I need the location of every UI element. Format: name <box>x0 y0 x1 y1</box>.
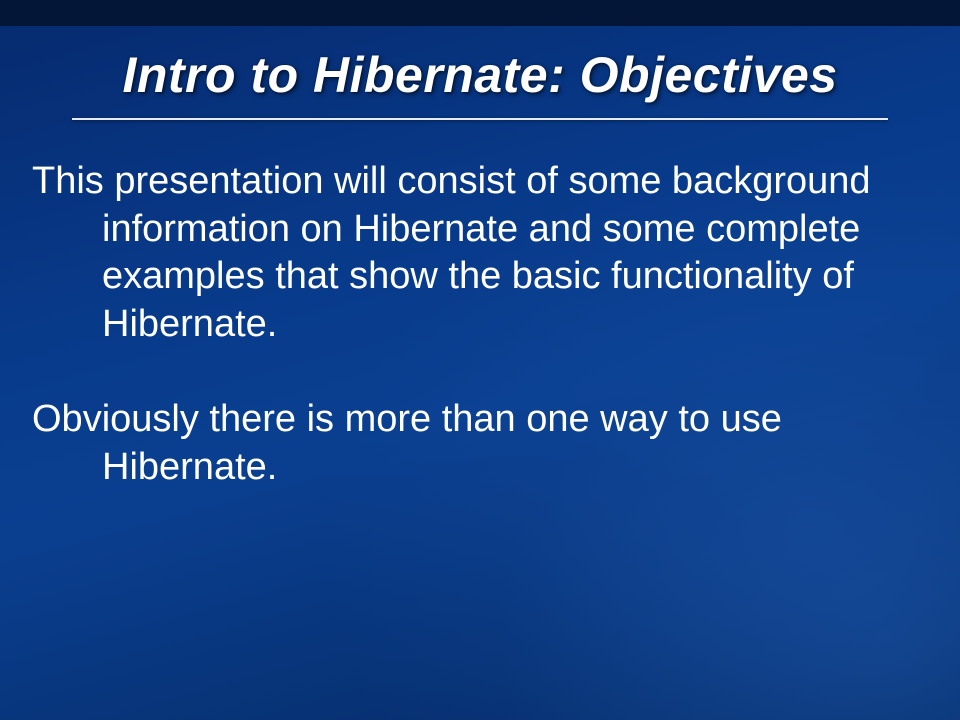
body-paragraph: Obviously there is more than one way to … <box>32 396 910 491</box>
body-paragraph: This presentation will consist of some b… <box>32 158 910 348</box>
slide-title: Intro to Hibernate: Objectives <box>0 46 960 104</box>
title-bar <box>0 0 960 26</box>
title-underline <box>72 118 888 120</box>
slide: Intro to Hibernate: Objectives This pres… <box>0 0 960 720</box>
slide-body: This presentation will consist of some b… <box>32 158 910 539</box>
